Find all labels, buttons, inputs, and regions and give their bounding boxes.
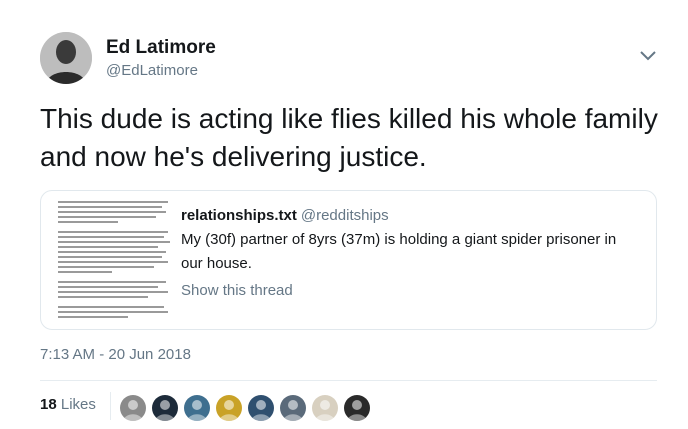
avatar-icon [251, 400, 271, 421]
liker-avatar[interactable] [216, 395, 242, 421]
likes-separator [110, 392, 111, 420]
quoted-author-name: relationships.txt [181, 207, 297, 224]
liker-avatar[interactable] [312, 395, 338, 421]
avatar-icon [283, 400, 303, 421]
liker-avatar[interactable] [280, 395, 306, 421]
liker-avatar[interactable] [344, 395, 370, 421]
liker-avatar[interactable] [248, 395, 274, 421]
likes-label: Likes [60, 396, 96, 413]
liker-avatar[interactable] [120, 395, 146, 421]
tweet-text: This dude is acting like flies killed hi… [40, 103, 658, 172]
avatar-icon [123, 400, 143, 421]
author-name[interactable]: Ed Latimore [106, 37, 216, 59]
likes-number: 18 [40, 396, 57, 413]
liker-avatar[interactable] [152, 395, 178, 421]
quoted-tweet-text: My (30f) partner of 8yrs (37m) is holdin… [181, 231, 617, 272]
liker-avatar[interactable] [184, 395, 210, 421]
quoted-tweet-image [52, 197, 180, 325]
author-handle[interactable]: @EdLatimore [106, 62, 198, 79]
avatar-icon [347, 400, 367, 421]
quoted-tweet[interactable]: relationships.txt @redditships My (30f) p… [40, 190, 657, 330]
chevron-down-icon[interactable] [638, 48, 658, 64]
avatar-icon [315, 400, 335, 421]
avatar-icon [40, 32, 92, 84]
likers-list [120, 390, 376, 426]
likes-count[interactable]: 18 Likes [40, 396, 96, 413]
avatar-icon [155, 400, 175, 421]
quoted-author-handle: @redditships [300, 207, 389, 224]
avatar-icon [187, 400, 207, 421]
show-thread-link[interactable]: Show this thread [181, 282, 641, 299]
tweet-timestamp[interactable]: 7:13 AM - 20 Jun 2018 [40, 346, 191, 363]
divider [40, 380, 657, 381]
avatar-icon [219, 400, 239, 421]
author-avatar[interactable] [40, 32, 92, 84]
